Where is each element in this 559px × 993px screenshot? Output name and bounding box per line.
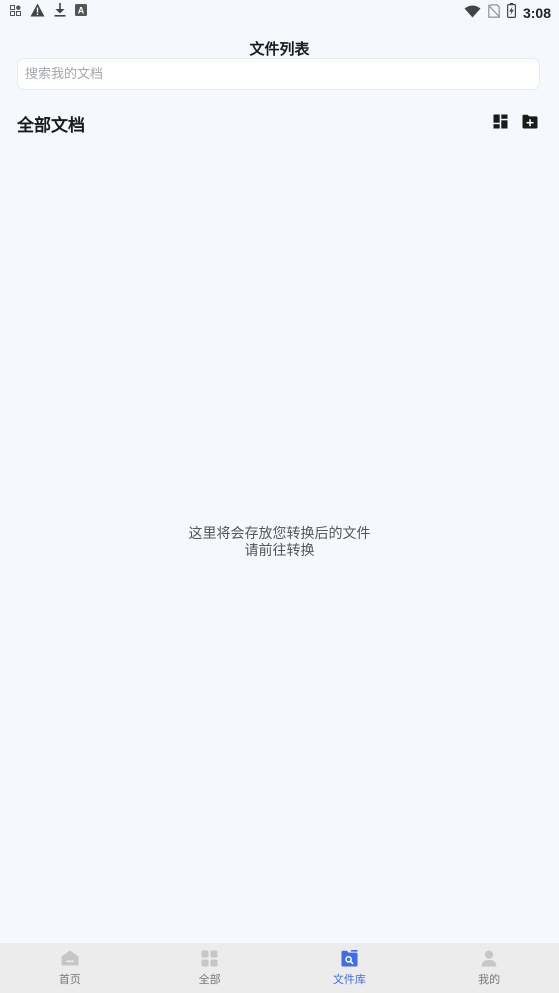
- user-icon: [480, 949, 498, 967]
- wifi-icon: [464, 3, 481, 22]
- bottom-nav: 首页 全部 文件库 我的: [0, 943, 559, 993]
- nav-label-home: 首页: [58, 973, 81, 986]
- nav-item-home[interactable]: 首页: [0, 943, 140, 993]
- status-time: 3:08: [522, 4, 551, 21]
- status-bar: A 3:08: [0, 0, 559, 24]
- font-a-icon: A: [75, 4, 87, 16]
- search-input[interactable]: [25, 66, 539, 82]
- file-library-icon: [340, 949, 358, 967]
- nav-label-file-library: 文件库: [332, 973, 366, 986]
- new-folder-icon[interactable]: [522, 113, 538, 129]
- home-icon: [61, 949, 79, 967]
- nav-label-mine: 我的: [478, 973, 501, 986]
- battery-charging-icon: [506, 3, 516, 22]
- app-grid-icon: [10, 4, 21, 16]
- status-left-icons: A: [10, 3, 87, 17]
- svg-text:A: A: [78, 6, 85, 16]
- empty-state-hint: 请前往转换: [244, 543, 315, 559]
- section-actions: [492, 113, 538, 129]
- warning-icon: [30, 3, 45, 17]
- page-title: 文件列表: [249, 40, 310, 58]
- no-sim-icon: [487, 3, 501, 22]
- empty-state: 这里将会存放您转换后的文件 请前往转换: [0, 526, 559, 560]
- section-title: 全部文档: [17, 116, 85, 136]
- status-right-icons: 3:08: [464, 3, 551, 22]
- download-icon: [54, 3, 66, 17]
- nav-item-mine[interactable]: 我的: [419, 943, 559, 993]
- nav-item-all[interactable]: 全部: [140, 943, 280, 993]
- search-box[interactable]: [17, 58, 540, 90]
- empty-state-message: 这里将会存放您转换后的文件: [188, 526, 371, 542]
- layout-toggle-icon[interactable]: [492, 113, 508, 129]
- grid-icon: [201, 949, 219, 967]
- nav-item-file-library[interactable]: 文件库: [280, 943, 420, 993]
- nav-label-all: 全部: [198, 973, 221, 986]
